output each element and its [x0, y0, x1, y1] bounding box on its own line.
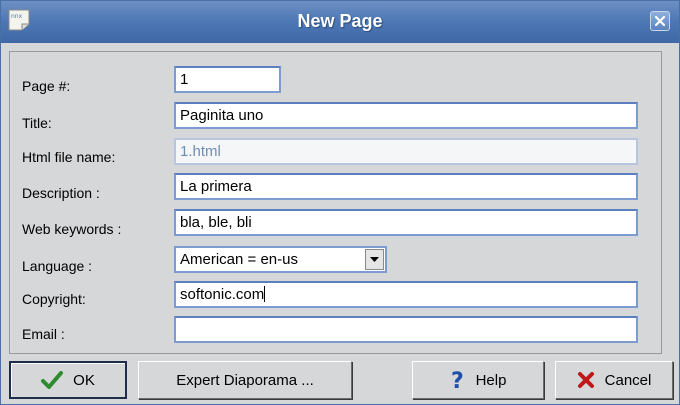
close-icon [654, 15, 666, 27]
question-mark-icon: ? [450, 369, 466, 391]
checkmark-icon [41, 370, 64, 390]
language-label: Language : [22, 258, 93, 274]
svg-text:?: ? [451, 369, 464, 391]
title-label: Title: [22, 115, 52, 131]
cancel-x-icon [577, 371, 595, 389]
cancel-button[interactable]: Cancel [555, 361, 673, 399]
copyright-label: Copyright: [22, 291, 86, 307]
web-keywords-field[interactable]: bla, ble, bli [174, 209, 638, 236]
language-selected-value: American = en-us [180, 251, 298, 268]
email-field[interactable] [174, 316, 638, 343]
text-cursor [264, 286, 266, 302]
dialog-title: New Page [297, 11, 383, 31]
html-file-name-field: 1.html [174, 138, 638, 165]
dropdown-button[interactable] [365, 249, 384, 270]
description-label: Description : [22, 185, 100, 201]
title-bar[interactable]: nnx New Page [1, 1, 679, 43]
form-panel [9, 51, 662, 354]
chevron-down-icon [370, 257, 379, 262]
email-label: Email : [22, 326, 65, 342]
help-label: Help [475, 371, 507, 389]
close-button[interactable] [650, 11, 670, 31]
dialog-window: nnx New Page Page #: 1 Title: Paginita u… [0, 0, 680, 405]
web-keywords-label: Web keywords : [22, 221, 122, 237]
page-number-label: Page #: [22, 78, 71, 94]
copyright-field[interactable]: softonic.com [174, 281, 638, 308]
title-field[interactable]: Paginita uno [174, 102, 638, 129]
language-select[interactable]: American = en-us [174, 246, 387, 273]
expert-diaporama-button[interactable]: Expert Diaporama ... [138, 361, 352, 399]
ok-label: OK [73, 371, 95, 389]
ok-button[interactable]: OK [9, 361, 127, 399]
expert-diaporama-label: Expert Diaporama ... [176, 371, 314, 389]
help-button[interactable]: ? Help [412, 361, 544, 399]
html-file-name-label: Html file name: [22, 149, 116, 165]
copyright-value: softonic.com [180, 286, 265, 303]
page-number-field[interactable]: 1 [174, 66, 281, 93]
description-field[interactable]: La primera [174, 173, 638, 200]
cancel-label: Cancel [604, 371, 652, 389]
